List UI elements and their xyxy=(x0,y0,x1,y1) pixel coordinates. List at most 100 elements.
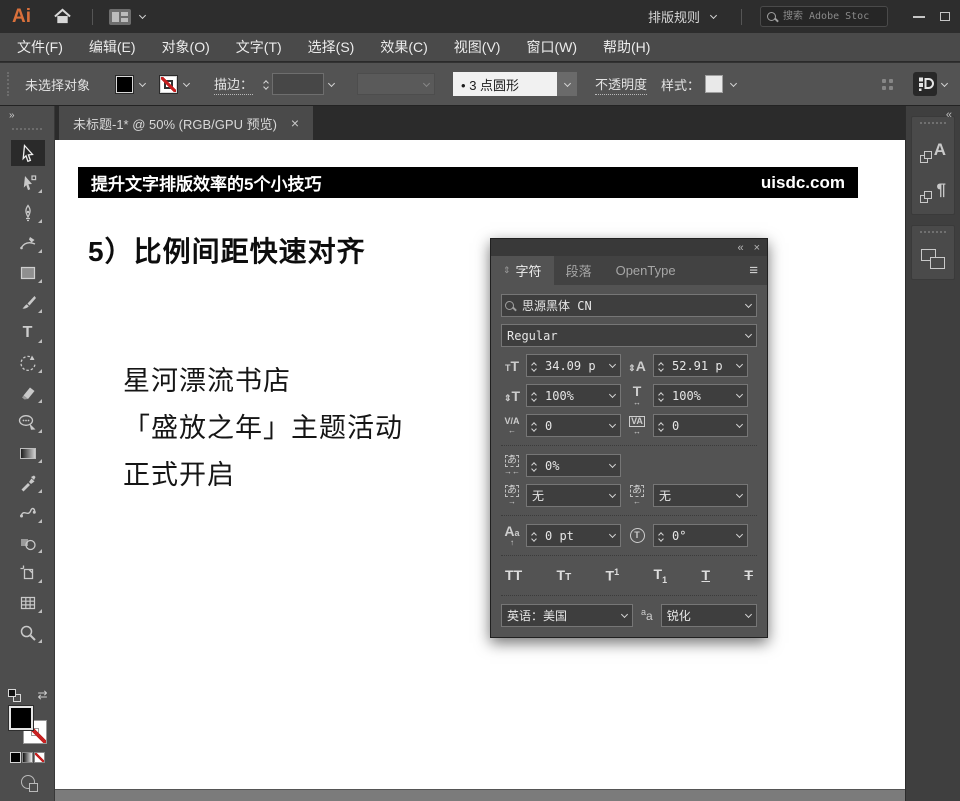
tab-close-icon[interactable]: × xyxy=(291,115,299,131)
style-dropdown[interactable] xyxy=(726,83,741,86)
panel-menu-icon[interactable]: ≡ xyxy=(749,256,767,285)
stock-search-box[interactable] xyxy=(760,6,888,27)
type-tool[interactable]: T xyxy=(11,320,45,346)
leading-dropdown[interactable] xyxy=(732,364,747,367)
kerning-combo[interactable]: 0 xyxy=(526,414,621,437)
panel-group-grip[interactable] xyxy=(920,122,946,124)
fill-color-control[interactable] xyxy=(116,76,150,93)
language-value[interactable]: 英语：美国 xyxy=(502,607,617,624)
small-caps-button[interactable]: TT xyxy=(557,567,572,583)
horizontal-scale-combo[interactable]: 100% xyxy=(653,384,748,407)
zoom-tool[interactable] xyxy=(11,620,45,646)
font-size-stepper[interactable] xyxy=(527,361,540,371)
kerning-value[interactable]: 0 xyxy=(540,419,605,433)
arrange-documents-button[interactable] xyxy=(109,9,131,25)
insert-space-right-combo[interactable]: 无 xyxy=(653,484,748,507)
shape-builder-tool[interactable] xyxy=(11,530,45,556)
panel-close-icon[interactable]: × xyxy=(754,242,760,254)
font-style-value[interactable]: Regular xyxy=(502,329,741,343)
font-style-dropdown[interactable] xyxy=(741,334,756,337)
stroke-weight-combo[interactable] xyxy=(259,73,339,95)
workspace-preset-dropdown[interactable] xyxy=(706,15,721,18)
home-button[interactable] xyxy=(53,8,72,25)
document-tab[interactable]: 未标题-1* @ 50% (RGB/GPU 预览) × xyxy=(59,106,313,140)
artboards-panel-button[interactable] xyxy=(921,249,945,269)
font-family-dropdown[interactable] xyxy=(741,304,756,307)
tracking-combo[interactable]: 0 xyxy=(653,414,748,437)
menu-help[interactable]: 帮助(H) xyxy=(590,33,663,61)
workspace-preset-label[interactable]: 排版规则 xyxy=(648,7,700,26)
paragraph-styles-panel-button[interactable]: ¶ xyxy=(919,180,947,204)
perspective-grid-tool[interactable] xyxy=(11,590,45,616)
superscript-button[interactable]: T1 xyxy=(606,567,620,584)
eraser-tool[interactable] xyxy=(11,380,45,406)
vertical-scale-value[interactable]: 100% xyxy=(540,389,605,403)
color-button[interactable] xyxy=(10,752,21,763)
speech-select-tool[interactable] xyxy=(11,410,45,436)
paintbrush-tool[interactable] xyxy=(11,290,45,316)
fill-swatch[interactable] xyxy=(116,76,133,93)
gradient-tool[interactable] xyxy=(11,440,45,466)
fill-dropdown[interactable] xyxy=(135,83,150,86)
font-style-combo[interactable]: Regular xyxy=(501,324,757,347)
toolbar-expand-button[interactable]: » xyxy=(9,110,16,121)
toolbar-grip[interactable] xyxy=(12,128,42,130)
gradient-button[interactable] xyxy=(22,752,33,763)
insert-space-left-value[interactable]: 无 xyxy=(527,487,605,504)
vertical-scale-combo[interactable]: 100% xyxy=(526,384,621,407)
baseline-shift-value[interactable]: 0 pt xyxy=(540,529,605,543)
font-size-combo[interactable]: 34.09 p xyxy=(526,354,621,377)
stroke-dropdown[interactable] xyxy=(179,83,194,86)
proportional-spacing-value[interactable]: 0% xyxy=(540,459,605,473)
pen-tool[interactable] xyxy=(11,200,45,226)
panel-group-grip[interactable] xyxy=(920,231,946,233)
stroke-weight-label[interactable]: 描边： xyxy=(214,74,253,95)
workspace-switcher-button[interactable] xyxy=(913,72,937,96)
brush-definition-dropdown[interactable] xyxy=(557,72,577,96)
canvas-artboard[interactable]: 提升文字排版效率的5个小技巧 uisdc.com 5）比例间距快速对齐 星河漂流… xyxy=(55,140,905,801)
fill-stroke-indicator[interactable] xyxy=(9,706,47,744)
drawing-mode-button[interactable] xyxy=(21,775,35,789)
menu-object[interactable]: 对象(O) xyxy=(149,33,223,61)
artboard-tool[interactable] xyxy=(11,560,45,586)
insert-space-right-value[interactable]: 无 xyxy=(654,487,732,504)
leading-stepper[interactable] xyxy=(654,361,667,371)
style-control[interactable] xyxy=(705,75,741,93)
menu-edit[interactable]: 编辑(E) xyxy=(76,33,149,61)
character-rotation-combo[interactable]: 0° xyxy=(653,524,748,547)
font-size-dropdown[interactable] xyxy=(605,364,620,367)
baseline-shift-combo[interactable]: 0 pt xyxy=(526,524,621,547)
stroke-none-swatch[interactable] xyxy=(160,76,177,93)
menu-file[interactable]: 文件(F) xyxy=(4,33,76,61)
eyedropper-tool[interactable] xyxy=(11,470,45,496)
menu-view[interactable]: 视图(V) xyxy=(441,33,514,61)
swap-fill-stroke-button[interactable]: ⇄ xyxy=(37,688,47,702)
tab-character[interactable]: ⇕ 字符 xyxy=(491,256,554,285)
proportional-spacing-combo[interactable]: 0% xyxy=(526,454,621,477)
default-fill-stroke-button[interactable] xyxy=(8,689,21,702)
brush-definition-value[interactable]: • 3 点圆形 xyxy=(453,72,557,96)
rectangle-tool[interactable] xyxy=(11,260,45,286)
horizontal-scale-value[interactable]: 100% xyxy=(667,389,732,403)
tracking-value[interactable]: 0 xyxy=(667,419,732,433)
rotate-tool[interactable] xyxy=(11,350,45,376)
leading-combo[interactable]: 52.91 p xyxy=(653,354,748,377)
menu-effect[interactable]: 效果(C) xyxy=(367,33,440,61)
maximize-button[interactable] xyxy=(932,7,958,27)
minimize-button[interactable] xyxy=(906,7,932,27)
font-family-combo[interactable]: 思源黑体 CN xyxy=(501,294,757,317)
strikethrough-button[interactable]: T xyxy=(744,567,753,583)
leading-value[interactable]: 52.91 p xyxy=(667,359,732,373)
menu-window[interactable]: 窗口(W) xyxy=(513,33,590,61)
search-input[interactable] xyxy=(781,10,871,23)
none-button[interactable] xyxy=(34,752,45,763)
style-swatch[interactable] xyxy=(705,75,723,93)
tab-paragraph[interactable]: 段落 xyxy=(554,256,604,285)
brush-definition-combo[interactable]: • 3 点圆形 xyxy=(453,72,577,96)
antialias-value[interactable]: 锐化 xyxy=(662,607,741,624)
touch-grid-icon[interactable] xyxy=(882,79,893,90)
tab-opentype[interactable]: OpenType xyxy=(604,256,688,285)
blend-tool[interactable] xyxy=(11,500,45,526)
underline-button[interactable]: T xyxy=(701,567,710,583)
stroke-weight-field[interactable] xyxy=(272,73,324,95)
